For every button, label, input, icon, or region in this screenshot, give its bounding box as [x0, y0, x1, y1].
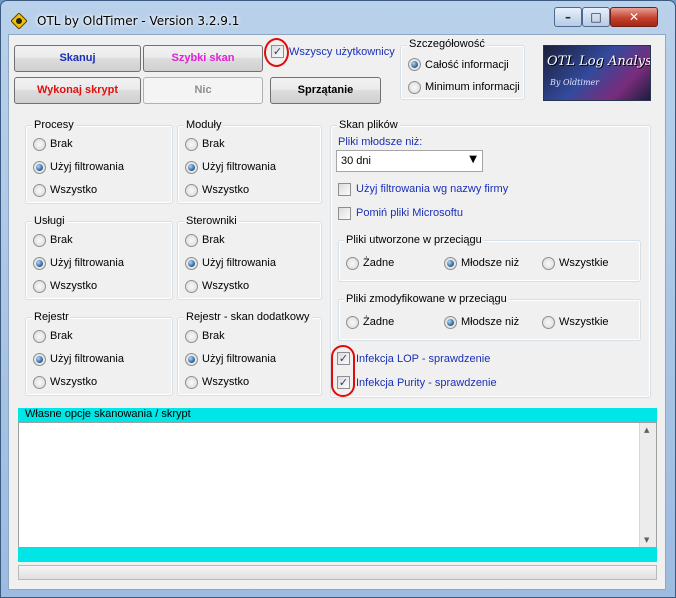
rejestr-title: Rejestr — [32, 311, 71, 323]
custom-options-title: Własne opcje skanowania / skrypt — [25, 408, 191, 420]
file-scan-title: Skan plików — [337, 119, 400, 131]
rejestr-brak-label[interactable]: Brak — [50, 330, 73, 342]
dropdown-arrow-icon[interactable]: ▼ — [469, 154, 477, 165]
uslugi-all-radio[interactable] — [33, 280, 46, 293]
rejestr-brak-radio[interactable] — [33, 330, 46, 343]
lop-label[interactable]: Infekcja LOP - sprawdzenie — [356, 353, 490, 365]
modified-title: Pliki zmodyfikowane w przeciągu — [344, 293, 509, 305]
moduly-brak-radio[interactable] — [185, 138, 198, 151]
close-button[interactable]: ✕ — [610, 7, 658, 27]
rejestr-extra-filter-radio[interactable] — [185, 353, 198, 366]
rejestr-extra-brak-label[interactable]: Brak — [202, 330, 225, 342]
detail-minimum-radio[interactable] — [408, 81, 421, 94]
company-filter-checkbox[interactable] — [338, 183, 351, 196]
progress-bar — [18, 565, 657, 580]
rejestr-extra-brak-radio[interactable] — [185, 330, 198, 343]
modified-none-radio[interactable] — [346, 316, 359, 329]
run-script-button[interactable]: Wykonaj skrypt — [14, 77, 141, 104]
procesy-filter-radio[interactable] — [33, 161, 46, 174]
purity-checkbox[interactable]: ✓ — [337, 376, 350, 389]
sterowniki-brak-label[interactable]: Brak — [202, 234, 225, 246]
sterowniki-filter-radio[interactable] — [185, 257, 198, 270]
minimize-button[interactable]: – — [554, 7, 582, 27]
rejestr-filter-label[interactable]: Użyj filtrowania — [50, 353, 124, 365]
sterowniki-all-radio[interactable] — [185, 280, 198, 293]
uslugi-brak-radio[interactable] — [33, 234, 46, 247]
sterowniki-title: Sterowniki — [184, 215, 239, 227]
rejestr-all-label[interactable]: Wszystko — [50, 376, 97, 388]
procesy-all-radio[interactable] — [33, 184, 46, 197]
maximize-button[interactable]: □ — [582, 7, 610, 27]
moduly-brak-label[interactable]: Brak — [202, 138, 225, 150]
procesy-title: Procesy — [32, 119, 76, 131]
modified-all-radio[interactable] — [542, 316, 555, 329]
custom-options-footer — [18, 548, 657, 562]
company-filter-label[interactable]: Użyj filtrowania wg nazwy firmy — [356, 183, 508, 195]
procesy-filter-label[interactable]: Użyj filtrowania — [50, 161, 124, 173]
logo-subtitle: By Oldtimer — [550, 78, 600, 87]
client-area: Skanuj Szybki skan Wykonaj skrypt Nic Sp… — [8, 34, 666, 590]
uslugi-brak-label[interactable]: Brak — [50, 234, 73, 246]
none-button[interactable]: Nic — [143, 77, 263, 104]
uslugi-filter-radio[interactable] — [33, 257, 46, 270]
uslugi-title: Usługi — [32, 215, 67, 227]
sterowniki-brak-radio[interactable] — [185, 234, 198, 247]
procesy-brak-radio[interactable] — [33, 138, 46, 151]
created-newer-label[interactable]: Młodsze niż — [461, 257, 519, 269]
rejestr-filter-radio[interactable] — [33, 353, 46, 366]
moduly-all-radio[interactable] — [185, 184, 198, 197]
procesy-brak-label[interactable]: Brak — [50, 138, 73, 150]
scrollbar[interactable]: ▲ ▼ — [639, 423, 656, 547]
moduly-all-label[interactable]: Wszystko — [202, 184, 249, 196]
custom-options-header: Własne opcje skanowania / skrypt — [18, 408, 657, 422]
scroll-down-icon[interactable]: ▼ — [644, 536, 649, 544]
all-users-label[interactable]: Wszyscy użytkownicy — [289, 46, 395, 58]
newer-than-label: Pliki młodsze niż: — [338, 136, 423, 148]
rejestr-extra-all-label[interactable]: Wszystko — [202, 376, 249, 388]
detail-full-label[interactable]: Całość informacji — [425, 59, 509, 71]
modified-newer-label[interactable]: Młodsze niż — [461, 316, 519, 328]
rejestr-extra-all-radio[interactable] — [185, 376, 198, 389]
skip-ms-label[interactable]: Pomiń pliki Microsoftu — [356, 207, 463, 219]
app-icon — [11, 13, 27, 29]
cleanup-button[interactable]: Sprzątanie — [270, 77, 381, 104]
skip-ms-checkbox[interactable] — [338, 207, 351, 220]
detail-minimum-label[interactable]: Minimum informacji — [425, 81, 520, 93]
created-newer-radio[interactable] — [444, 257, 457, 270]
detail-group-title: Szczegółowość — [407, 38, 487, 50]
modified-none-label[interactable]: Żadne — [363, 316, 394, 328]
moduly-title: Moduły — [184, 119, 224, 131]
purity-label[interactable]: Infekcja Purity - sprawdzenie — [356, 377, 497, 389]
otl-logo: OTL Log Analysis By Oldtimer — [543, 45, 651, 101]
modified-all-label[interactable]: Wszystkie — [559, 316, 609, 328]
rejestr-all-radio[interactable] — [33, 376, 46, 389]
detail-full-radio[interactable] — [408, 58, 421, 71]
quick-scan-button[interactable]: Szybki skan — [143, 45, 263, 72]
window-title: OTL by OldTimer - Version 3.2.9.1 — [37, 14, 240, 28]
procesy-all-label[interactable]: Wszystko — [50, 184, 97, 196]
created-all-radio[interactable] — [542, 257, 555, 270]
scroll-up-icon[interactable]: ▲ — [644, 426, 649, 434]
moduly-filter-label[interactable]: Użyj filtrowania — [202, 161, 276, 173]
created-none-radio[interactable] — [346, 257, 359, 270]
rejestr-extra-title: Rejestr - skan dodatkowy — [184, 311, 312, 323]
sterowniki-all-label[interactable]: Wszystko — [202, 280, 249, 292]
modified-newer-radio[interactable] — [444, 316, 457, 329]
title-bar[interactable]: OTL by OldTimer - Version 3.2.9.1 – □ ✕ — [1, 1, 675, 37]
newer-than-select[interactable]: 30 dni ▼ — [336, 150, 483, 172]
sterowniki-filter-label[interactable]: Użyj filtrowania — [202, 257, 276, 269]
scan-button[interactable]: Skanuj — [14, 45, 141, 72]
rejestr-extra-filter-label[interactable]: Użyj filtrowania — [202, 353, 276, 365]
newer-than-value: 30 dni — [341, 155, 371, 167]
uslugi-filter-label[interactable]: Użyj filtrowania — [50, 257, 124, 269]
created-all-label[interactable]: Wszystkie — [559, 257, 609, 269]
lop-checkbox[interactable]: ✓ — [337, 352, 350, 365]
created-title: Pliki utworzone w przeciągu — [344, 234, 484, 246]
uslugi-all-label[interactable]: Wszystko — [50, 280, 97, 292]
custom-options-textarea[interactable]: ▲ ▼ — [18, 422, 657, 548]
moduly-filter-radio[interactable] — [185, 161, 198, 174]
highlight-circle — [264, 38, 289, 67]
created-none-label[interactable]: Żadne — [363, 257, 394, 269]
logo-title: OTL Log Analysis — [547, 54, 651, 69]
